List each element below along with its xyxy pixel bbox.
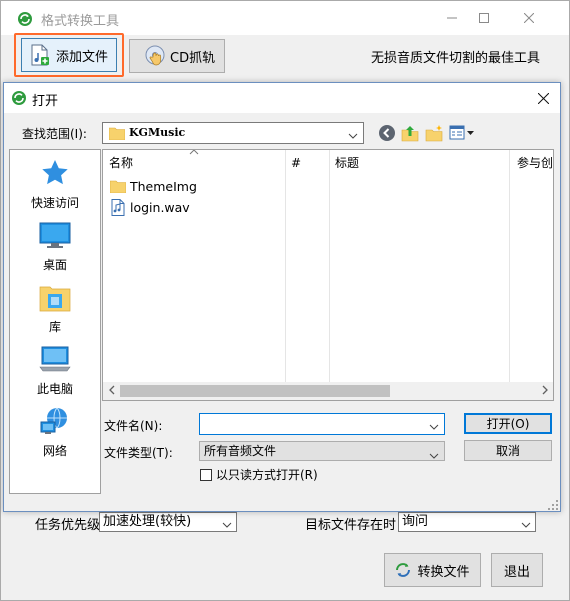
column-header-contributors[interactable]: 参与创作 — [511, 152, 553, 174]
file-name-field[interactable] — [203, 414, 428, 434]
file-type-value: 所有音频文件 — [204, 444, 277, 458]
file-list: 名称 # 标题 参与创作 ThemeImg login.wav — [102, 149, 554, 401]
scroll-left-icon[interactable] — [108, 385, 116, 398]
cd-rip-label: CD抓轨 — [170, 50, 216, 66]
scrollbar-thumb[interactable] — [120, 385, 390, 397]
sort-ascending-icon — [189, 150, 199, 159]
column-separator — [509, 150, 510, 382]
place-quick-access[interactable]: 快速访问 — [10, 156, 100, 211]
network-icon — [38, 404, 72, 438]
place-library[interactable]: 库 — [10, 280, 100, 335]
cancel-button[interactable]: 取消 — [464, 440, 552, 461]
column-separator — [329, 150, 330, 382]
file-name: login.wav — [130, 199, 190, 215]
chevron-down-icon[interactable] — [429, 420, 439, 434]
file-name-input[interactable] — [199, 413, 445, 435]
audio-file-icon — [109, 198, 127, 216]
add-file-button[interactable]: 添加文件 — [21, 38, 117, 72]
places-bar: 快速访问 桌面 库 此电脑 网络 — [9, 149, 101, 494]
place-label: 此电脑 — [36, 382, 73, 396]
look-in-label: 查找范围(I): — [22, 127, 87, 141]
convert-icon — [395, 562, 411, 578]
open-button-label: 打开(O) — [486, 417, 530, 431]
file-name: ThemeImg — [130, 178, 197, 194]
horizontal-scrollbar[interactable] — [103, 382, 553, 400]
cd-rip-button[interactable]: CD抓轨 — [129, 39, 225, 73]
place-label: 库 — [48, 320, 61, 334]
close-icon[interactable] — [506, 1, 552, 35]
add-file-label: 添加文件 — [56, 49, 109, 65]
dialog-close-icon[interactable] — [526, 83, 560, 113]
place-desktop[interactable]: 桌面 — [10, 218, 100, 273]
look-in-value: KGMusic — [129, 126, 186, 139]
column-header-number[interactable]: # — [285, 152, 301, 174]
target-exists-label: 目标文件存在时 — [305, 518, 397, 533]
add-file-highlight: 添加文件 — [14, 33, 124, 77]
cancel-button-label: 取消 — [495, 444, 520, 458]
desktop-icon — [38, 218, 72, 252]
place-this-pc[interactable]: 此电脑 — [10, 342, 100, 397]
target-exists-value: 询问 — [402, 514, 429, 529]
new-folder-icon[interactable] — [424, 123, 444, 143]
place-label: 桌面 — [42, 258, 67, 272]
open-dialog: 打开 查找范围(I): KGMusic 快速访问 桌面 库 此电脑 网络 名称 … — [3, 82, 561, 512]
up-folder-icon[interactable] — [400, 123, 420, 143]
convert-file-button[interactable]: 转换文件 — [384, 553, 481, 587]
priority-select[interactable]: 加速处理(较快) — [99, 512, 237, 532]
readonly-label: 以只读方式打开(R) — [216, 468, 318, 482]
priority-label: 任务优先级 — [35, 518, 101, 533]
column-separator — [285, 150, 286, 382]
convert-file-label: 转换文件 — [417, 564, 470, 580]
chevron-down-icon — [429, 447, 439, 465]
file-name-label: 文件名(N): — [104, 419, 163, 433]
place-network[interactable]: 网络 — [10, 404, 100, 459]
view-menu-icon[interactable] — [448, 123, 476, 143]
back-icon[interactable] — [377, 123, 397, 143]
folder-icon — [108, 126, 126, 143]
checkbox-box[interactable] — [200, 468, 212, 481]
folder-icon — [109, 177, 127, 195]
resize-grip-icon[interactable] — [548, 499, 558, 510]
place-label: 快速访问 — [30, 196, 79, 210]
app-title: 格式转换工具 — [41, 14, 120, 29]
computer-icon — [38, 342, 72, 376]
exit-button[interactable]: 退出 — [491, 553, 543, 587]
open-button[interactable]: 打开(O) — [464, 413, 552, 434]
column-header-name[interactable]: 名称 — [103, 152, 133, 174]
column-header-title[interactable]: 标题 — [329, 152, 359, 174]
chevron-down-icon — [348, 129, 358, 143]
look-in-combo[interactable]: KGMusic — [102, 122, 364, 144]
priority-value: 加速处理(较快) — [103, 514, 192, 529]
chevron-down-icon — [222, 517, 232, 535]
dialog-titlebar: 打开 — [4, 83, 560, 113]
dialog-title: 打开 — [32, 94, 59, 109]
place-label: 网络 — [42, 444, 67, 458]
star-icon — [38, 156, 72, 190]
app-slogan: 无损音质文件切割的最佳工具 — [371, 51, 541, 66]
library-icon — [38, 280, 72, 314]
file-type-label: 文件类型(T): — [104, 446, 173, 460]
target-exists-select[interactable]: 询问 — [398, 512, 536, 532]
exit-label: 退出 — [503, 564, 530, 580]
maximize-icon[interactable] — [461, 1, 507, 35]
cd-hand-icon — [144, 45, 166, 67]
list-item-login-wav[interactable]: login.wav — [109, 197, 190, 217]
app-logo-icon — [17, 11, 33, 27]
file-type-select[interactable]: 所有音频文件 — [199, 441, 445, 461]
chevron-down-icon — [521, 517, 531, 535]
readonly-checkbox[interactable]: 以只读方式打开(R) — [200, 466, 318, 483]
add-file-icon — [30, 44, 50, 66]
dialog-logo-icon — [11, 90, 27, 106]
app-titlebar: 格式转换工具 — [1, 1, 569, 35]
scroll-right-icon[interactable] — [541, 385, 549, 398]
list-item-themeimg[interactable]: ThemeImg — [109, 176, 197, 196]
